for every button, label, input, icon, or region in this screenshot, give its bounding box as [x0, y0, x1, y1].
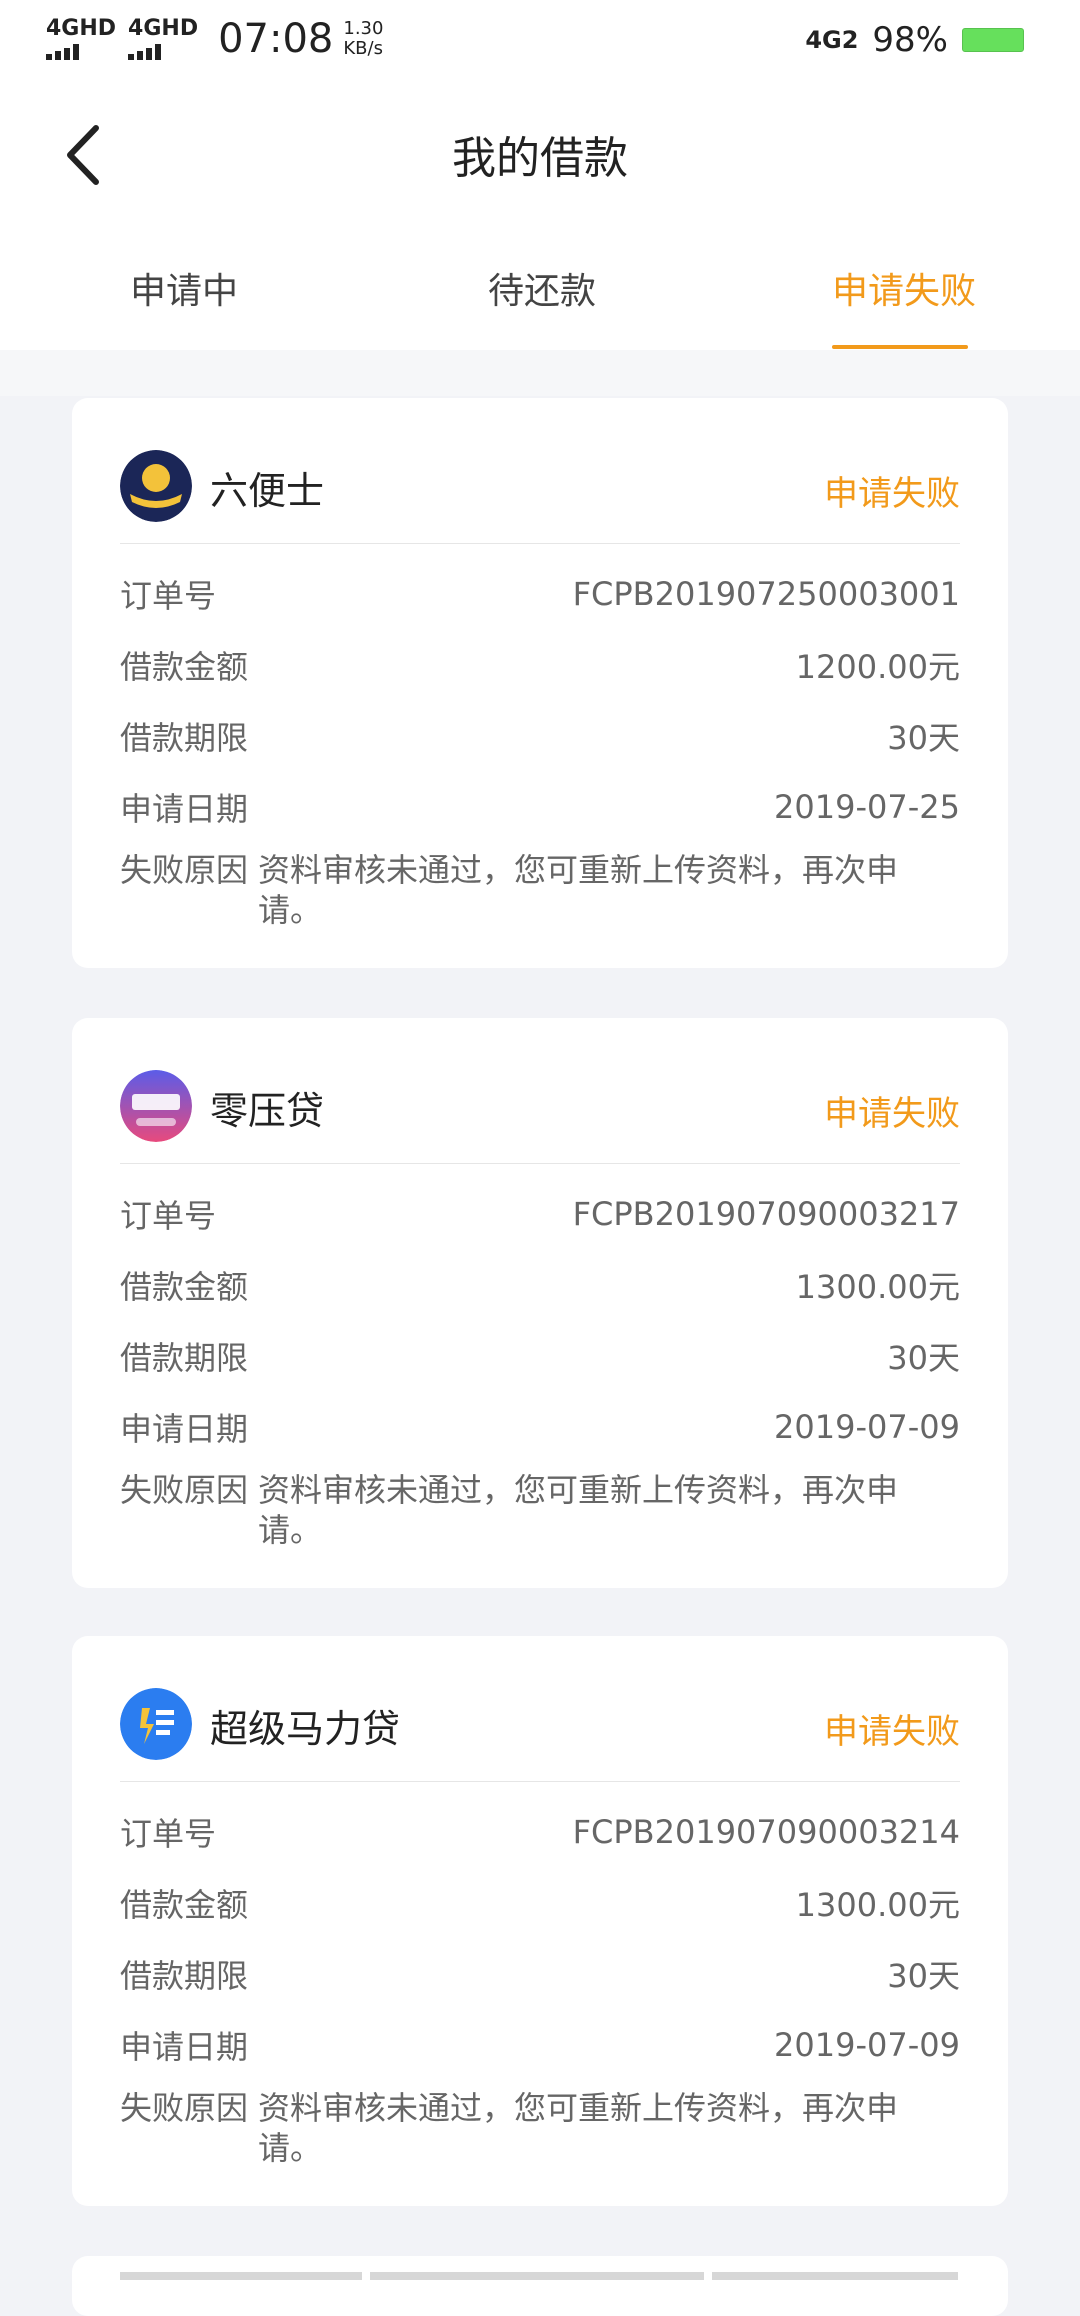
date-row: 申请日期 2019-07-09	[120, 1391, 960, 1462]
tab-failed[interactable]: 申请失败	[832, 262, 976, 314]
order-number-label: 订单号	[120, 1196, 217, 1235]
speed-value: 1.30	[343, 18, 384, 39]
failure-reason-value: 资料审核未通过，您可重新上传资料，再次申请。	[258, 1471, 899, 1549]
card-details: 订单号 FCPB201907250003001 借款金额 1200.00元 借款…	[120, 558, 960, 930]
failure-reason-row: 失败原因 资料审核未通过，您可重新上传资料，再次申请。	[120, 1470, 960, 1550]
tab-bar: 申请中 待还款 申请失败	[0, 220, 1080, 350]
separator-strip	[0, 350, 1080, 396]
date-row: 申请日期 2019-07-09	[120, 2009, 960, 2080]
term-label: 借款期限	[120, 1338, 249, 1377]
loan-card[interactable]: 超级马力贷 申请失败 订单号 FCPB201907090003214 借款金额 …	[72, 1636, 1008, 2206]
network-speed: 1.30 KB/s	[343, 19, 383, 59]
date-label: 申请日期	[120, 789, 249, 828]
term-value: 30天	[887, 1338, 960, 1377]
order-number-row: 订单号 FCPB201907090003217	[120, 1178, 960, 1249]
lender-name: 超级马力贷	[210, 1707, 401, 1751]
speed-unit: KB/s	[343, 38, 383, 59]
date-value: 2019-07-09	[774, 1407, 960, 1446]
card-header: 零压贷 申请失败	[72, 1018, 1008, 1164]
term-label: 借款期限	[120, 1956, 249, 1995]
card-details: 订单号 FCPB201907090003214 借款金额 1300.00元 借款…	[120, 1796, 960, 2168]
status-left: 4GHD 4GHD 07:08 1.30 KB/s	[46, 16, 383, 62]
top-area: 4GHD 4GHD 07:08 1.30 KB/s 4G2 98% 我的借款 申…	[0, 0, 1080, 350]
order-number-value: FCPB201907090003217	[572, 1194, 960, 1233]
term-label: 借款期限	[120, 718, 249, 757]
term-row: 借款期限 30天	[120, 1320, 960, 1391]
signal-bars-icon	[46, 42, 79, 60]
network-label-1: 4GHD	[46, 16, 117, 41]
signal-bars-icon	[128, 42, 162, 60]
page-title: 我的借款	[452, 133, 628, 184]
clock: 07:08	[218, 16, 334, 62]
date-label: 申请日期	[120, 1409, 249, 1448]
date-value: 2019-07-09	[774, 2025, 960, 2064]
signal-2: 4GHD	[128, 18, 198, 60]
amount-label: 借款金额	[120, 647, 249, 686]
order-number-row: 订单号 FCPB201907250003001	[120, 558, 960, 629]
status-badge: 申请失败	[824, 1094, 960, 1134]
active-tab-indicator	[832, 345, 968, 349]
lingyadai-logo-icon	[120, 1070, 192, 1142]
order-number-row: 订单号 FCPB201907090003214	[120, 1796, 960, 1867]
amount-value: 1300.00元	[795, 1267, 960, 1306]
failure-reason-label: 失败原因	[120, 2089, 249, 2127]
term-row: 借款期限 30天	[120, 1938, 960, 2009]
network-label-2: 4GHD	[128, 16, 199, 41]
network-type: 4G2	[805, 26, 859, 54]
signal-1: 4GHD	[46, 18, 116, 60]
term-row: 借款期限 30天	[120, 700, 960, 771]
order-number-label: 订单号	[120, 1814, 217, 1853]
liubianshi-logo-icon	[120, 450, 192, 522]
lender-name: 零压贷	[210, 1089, 325, 1133]
failure-reason-label: 失败原因	[120, 851, 249, 889]
tab-pending-repayment[interactable]: 待还款	[488, 262, 596, 314]
failure-reason-row: 失败原因 资料审核未通过，您可重新上传资料，再次申请。	[120, 2088, 960, 2168]
loan-card-partial[interactable]	[72, 2256, 1008, 2316]
placeholder-bars	[120, 2272, 958, 2280]
battery-percent: 98%	[872, 20, 948, 60]
term-value: 30天	[887, 718, 960, 757]
failure-reason-label: 失败原因	[120, 1471, 249, 1509]
loan-card[interactable]: 六便士 申请失败 订单号 FCPB201907250003001 借款金额 12…	[72, 398, 1008, 968]
order-number-label: 订单号	[120, 576, 217, 615]
status-bar: 4GHD 4GHD 07:08 1.30 KB/s 4G2 98%	[0, 0, 1080, 80]
amount-value: 1200.00元	[795, 647, 960, 686]
date-value: 2019-07-25	[774, 787, 960, 826]
card-header: 超级马力贷 申请失败	[72, 1636, 1008, 1782]
loan-card[interactable]: 零压贷 申请失败 订单号 FCPB201907090003217 借款金额 13…	[72, 1018, 1008, 1588]
tab-applying[interactable]: 申请中	[130, 262, 238, 314]
navbar: 我的借款	[0, 80, 1080, 220]
date-row: 申请日期 2019-07-25	[120, 771, 960, 842]
amount-row: 借款金额 1200.00元	[120, 629, 960, 700]
failure-reason-row: 失败原因 资料审核未通过，您可重新上传资料，再次申请。	[120, 850, 960, 930]
amount-row: 借款金额 1300.00元	[120, 1249, 960, 1320]
divider	[120, 543, 960, 544]
date-label: 申请日期	[120, 2027, 249, 2066]
chaojimalidai-logo-icon	[120, 1688, 192, 1760]
status-badge: 申请失败	[824, 474, 960, 514]
status-badge: 申请失败	[824, 1712, 960, 1752]
amount-row: 借款金额 1300.00元	[120, 1867, 960, 1938]
divider	[120, 1781, 960, 1782]
amount-label: 借款金额	[120, 1885, 249, 1924]
amount-value: 1300.00元	[795, 1885, 960, 1924]
lender-name: 六便士	[210, 469, 325, 513]
card-details: 订单号 FCPB201907090003217 借款金额 1300.00元 借款…	[120, 1178, 960, 1550]
failure-reason-value: 资料审核未通过，您可重新上传资料，再次申请。	[258, 2089, 899, 2167]
battery-icon	[962, 28, 1024, 52]
failure-reason-value: 资料审核未通过，您可重新上传资料，再次申请。	[258, 851, 899, 929]
amount-label: 借款金额	[120, 1267, 249, 1306]
term-value: 30天	[887, 1956, 960, 1995]
order-number-value: FCPB201907090003214	[572, 1812, 960, 1851]
divider	[120, 1163, 960, 1164]
card-header: 六便士 申请失败	[72, 398, 1008, 544]
order-number-value: FCPB201907250003001	[572, 574, 960, 613]
status-right: 4G2 98%	[805, 20, 1024, 60]
